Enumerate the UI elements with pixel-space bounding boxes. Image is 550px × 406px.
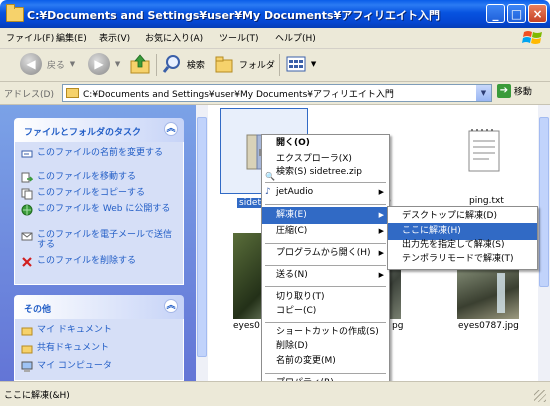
menu-separator — [265, 322, 386, 323]
title-bar: C:¥Documents and Settings¥user¥My Docume… — [0, 0, 550, 28]
collapse-chevron-icon[interactable]: ︽ — [164, 122, 178, 136]
minimize-button[interactable]: _ — [486, 4, 505, 23]
file-label-ping[interactable]: ping.txt — [469, 196, 504, 206]
menu-separator — [265, 182, 386, 183]
chevron-down-icon: ▼ — [310, 60, 317, 68]
scrollbar-thumb[interactable] — [197, 117, 207, 357]
address-dropdown-icon[interactable]: ▼ — [476, 85, 491, 101]
submenu-arrow-icon: ▶ — [378, 211, 384, 219]
collapse-chevron-icon[interactable]: ︽ — [164, 299, 178, 313]
menu-separator — [265, 204, 386, 205]
menu-item-search[interactable]: 🔍 検索(S) sidetree.zip — [262, 164, 389, 181]
back-button[interactable]: ◀ 戻る ▼ — [20, 53, 75, 77]
menu-item-jetaudio[interactable]: ♪ jetAudio ▶ — [262, 184, 389, 201]
close-button[interactable]: × — [528, 4, 547, 23]
maximize-button[interactable]: □ — [507, 4, 526, 23]
file-label-eyes-right[interactable]: eyes0787.jpg — [458, 321, 519, 331]
text-file-icon[interactable] — [465, 127, 505, 175]
menu-item-compress[interactable]: 圧縮(C) ▶ — [262, 223, 389, 240]
status-text: ここに解凍(&H) — [4, 391, 70, 401]
folder-icon — [21, 345, 33, 354]
copy-icon — [21, 188, 33, 200]
menu-tools[interactable]: ツール(T) — [219, 31, 259, 44]
chevron-down-icon: ▼ — [114, 60, 121, 68]
file-folder-tasks-header[interactable]: ファイルとフォルダのタスク ︽ — [14, 118, 184, 142]
views-icon — [286, 56, 306, 72]
computer-icon — [21, 361, 33, 372]
menu-separator — [265, 373, 386, 374]
task-pane: ファイルとフォルダのタスク ︽ このファイルの名前を変更する このファイルを移動… — [0, 105, 208, 381]
views-button[interactable]: ▼ — [286, 53, 316, 77]
up-folder-button[interactable] — [130, 53, 150, 77]
email-icon — [21, 232, 33, 241]
menu-item-copy[interactable]: コピー(C) — [262, 303, 389, 320]
address-input[interactable]: C:¥Documents and Settings¥user¥My Docume… — [62, 84, 492, 102]
submenu-arrow-icon: ▶ — [378, 188, 384, 196]
toolbar-separator — [156, 54, 157, 76]
submenu-arrow-icon: ▶ — [378, 227, 384, 235]
menu-edit[interactable]: 編集(E) — [56, 31, 87, 44]
selected-file-label[interactable]: sidet — [237, 198, 263, 208]
other-places-header[interactable]: その他 ︽ — [14, 295, 184, 319]
menu-favorites[interactable]: お気に入り(A) — [145, 31, 203, 44]
jetaudio-icon: ♪ — [265, 187, 271, 197]
menu-view[interactable]: 表示(V) — [99, 31, 130, 44]
resize-grip-icon[interactable] — [534, 390, 546, 402]
extract-submenu: デスクトップに解凍(D) ここに解凍(H) 出力先を指定して解凍(S) テンポラ… — [387, 206, 538, 270]
other-places-body: マイ ドキュメント 共有ドキュメント マイ コンピュータ — [14, 319, 184, 381]
menu-item-open[interactable]: 開く(O) — [262, 135, 389, 152]
menu-bar: ファイル(F) 編集(E) 表示(V) お気に入り(A) ツール(T) ヘルプ(… — [0, 28, 550, 49]
menu-help[interactable]: ヘルプ(H) — [275, 31, 316, 44]
toolbar: ◀ 戻る ▼ ▶ ▼ 検索 フォルダ ▼ — [0, 49, 550, 82]
task-pane-scrollbar[interactable] — [196, 105, 208, 381]
chevron-down-icon: ▼ — [69, 60, 76, 68]
file-view-scrollbar[interactable] — [538, 105, 550, 381]
context-menu: 開く(O) エクスプローラ(X) 🔍 検索(S) sidetree.zip ♪ … — [261, 134, 390, 396]
address-label: アドレス(D) — [4, 90, 54, 100]
up-folder-icon — [130, 54, 150, 74]
folder-icon — [6, 4, 24, 22]
menu-separator — [265, 243, 386, 244]
address-value: C:¥Documents and Settings¥user¥My Docume… — [83, 90, 394, 100]
folder-icon — [21, 327, 33, 336]
search-icon — [162, 55, 180, 73]
move-icon — [21, 172, 33, 183]
menu-item-send-to[interactable]: 送る(N) ▶ — [262, 267, 389, 284]
rename-icon — [21, 150, 33, 158]
submenu-arrow-icon: ▶ — [378, 271, 384, 279]
address-bar: アドレス(D) C:¥Documents and Settings¥user¥M… — [0, 82, 550, 105]
status-bar: ここに解凍(&H) — [0, 381, 550, 406]
file-label-eyes-left[interactable]: eyes0 — [233, 321, 260, 331]
folders-icon — [215, 56, 233, 73]
folder-icon — [66, 88, 79, 98]
scrollbar-thumb[interactable] — [539, 117, 549, 287]
go-button[interactable]: ➔ 移動 — [497, 84, 532, 98]
folders-button[interactable]: フォルダ — [214, 53, 275, 77]
menu-item-extract[interactable]: 解凍(E) ▶ — [262, 207, 389, 224]
toolbar-separator — [279, 54, 280, 76]
menu-separator — [265, 286, 386, 287]
menu-separator — [265, 265, 386, 266]
file-folder-tasks-body: このファイルの名前を変更する このファイルを移動する このファイルをコピーする … — [14, 142, 184, 285]
submenu-item-extract-temp[interactable]: テンポラリモードで解凍(T) — [388, 251, 537, 268]
back-arrow-icon: ◀ — [20, 53, 42, 75]
submenu-arrow-icon: ▶ — [378, 249, 384, 257]
window-title: C:¥Documents and Settings¥user¥My Docume… — [27, 9, 440, 22]
delete-icon — [22, 257, 32, 267]
file-label-eyes-mid[interactable]: pg — [392, 321, 403, 331]
menu-item-rename[interactable]: 名前の変更(M) — [262, 353, 389, 370]
menu-file[interactable]: ファイル(F) — [6, 31, 54, 44]
web-publish-icon — [21, 204, 33, 216]
windows-logo-icon — [522, 31, 542, 44]
search-button[interactable]: 検索 — [162, 53, 205, 77]
forward-arrow-icon: ▶ — [88, 53, 110, 75]
forward-button[interactable]: ▶ ▼ — [88, 53, 120, 77]
menu-item-open-with[interactable]: プログラムから開く(H) ▶ — [262, 245, 389, 262]
go-arrow-icon: ➔ — [497, 84, 511, 98]
